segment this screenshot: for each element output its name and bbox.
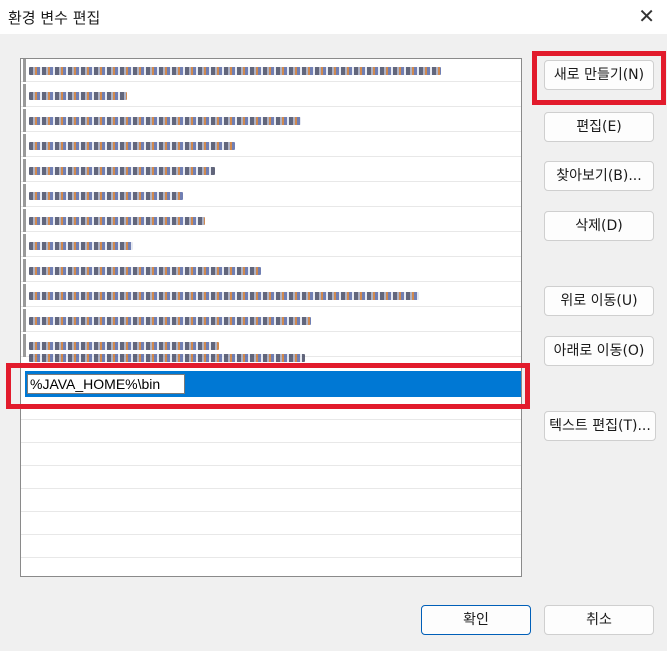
browse-button[interactable]: 찾아보기(B)... (544, 161, 654, 191)
empty-list-row (21, 466, 521, 489)
list-item[interactable] (21, 134, 521, 157)
list-item[interactable] (21, 309, 521, 332)
empty-list-row (21, 535, 521, 558)
list-item[interactable] (21, 59, 521, 82)
move-up-button[interactable]: 위로 이동(U) (544, 286, 654, 316)
empty-list-row (21, 420, 521, 443)
selected-list-item[interactable] (25, 371, 521, 397)
empty-list-row (21, 558, 521, 576)
cancel-button[interactable]: 취소 (544, 605, 654, 635)
edit-button[interactable]: 편집(E) (544, 112, 654, 142)
empty-list-row (21, 443, 521, 466)
delete-button[interactable]: 삭제(D) (544, 211, 654, 241)
new-button[interactable]: 새로 만들기(N) (544, 60, 654, 90)
close-icon[interactable]: ✕ (638, 4, 655, 28)
empty-list-row (21, 489, 521, 512)
path-list[interactable] (20, 58, 522, 577)
list-item[interactable] (21, 284, 521, 307)
move-down-button[interactable]: 아래로 이동(O) (544, 336, 654, 366)
list-item[interactable] (21, 209, 521, 232)
empty-list-row (21, 512, 521, 535)
empty-list-row (21, 397, 521, 420)
window-title: 환경 변수 편집 (8, 9, 101, 27)
list-item[interactable] (21, 234, 521, 257)
list-item[interactable] (21, 159, 521, 182)
list-item[interactable] (21, 109, 521, 132)
list-item[interactable] (21, 84, 521, 107)
list-item[interactable] (21, 259, 521, 282)
ok-button[interactable]: 확인 (421, 605, 531, 635)
path-edit-field[interactable] (27, 374, 185, 394)
title-bar: 환경 변수 편집 ✕ (0, 0, 667, 34)
edit-text-button[interactable]: 텍스트 편집(T)... (544, 411, 656, 441)
list-item[interactable] (21, 184, 521, 207)
list-item[interactable] (21, 350, 521, 373)
